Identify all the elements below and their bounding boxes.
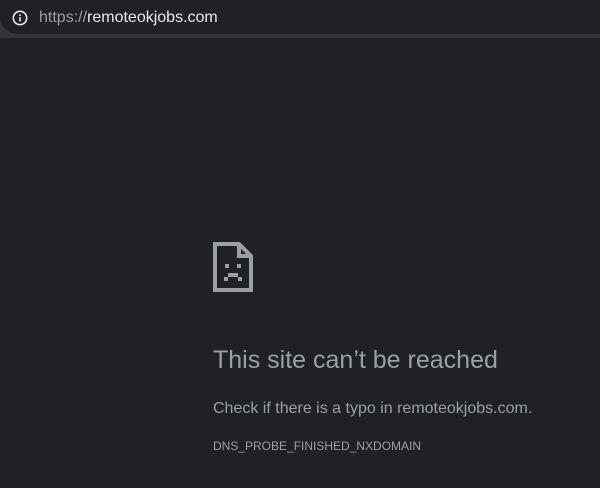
message-prefix: Check if there is a typo in bbox=[213, 400, 398, 417]
url-host: remoteokjobs.com bbox=[87, 9, 218, 26]
error-title: This site can’t be reached bbox=[213, 346, 498, 374]
error-page bbox=[0, 38, 600, 488]
url-scheme: https:// bbox=[39, 9, 88, 26]
message-host: remoteokjobs.com bbox=[397, 400, 528, 417]
sad-page-icon bbox=[213, 242, 253, 292]
url-text[interactable]: https://remoteokjobs.com bbox=[39, 8, 218, 28]
error-message: Check if there is a typo in remoteokjobs… bbox=[213, 398, 532, 420]
error-code: DNS_PROBE_FINISHED_NXDOMAIN bbox=[213, 439, 422, 453]
message-suffix: . bbox=[527, 400, 533, 417]
info-icon[interactable] bbox=[12, 10, 28, 26]
address-bar[interactable]: https://remoteokjobs.com bbox=[0, 0, 600, 34]
